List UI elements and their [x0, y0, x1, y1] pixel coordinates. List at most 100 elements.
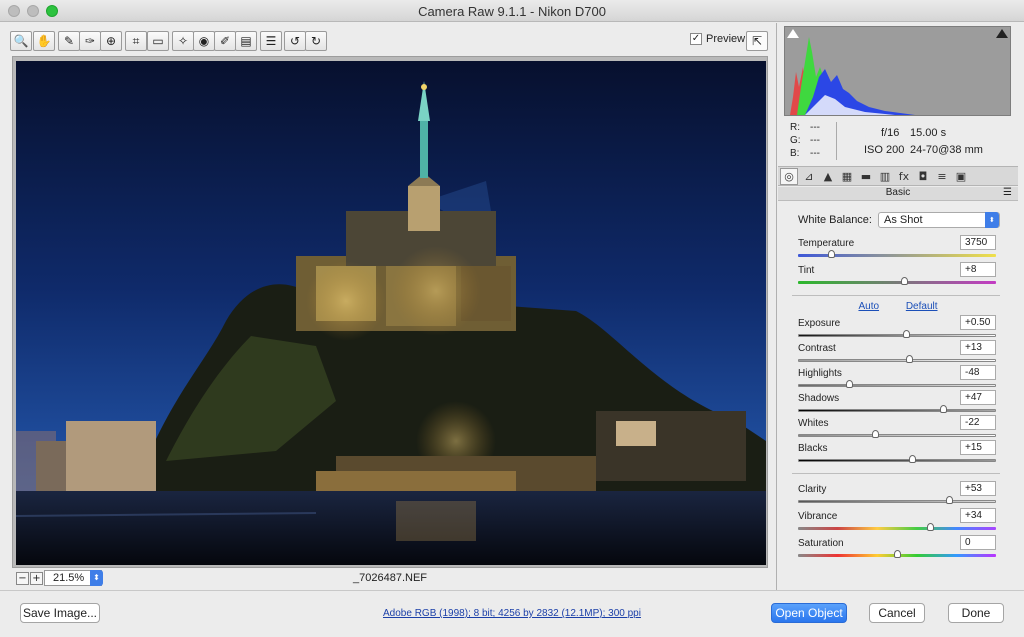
lens-value: 24-70@38 mm — [910, 144, 983, 156]
blacks-thumb[interactable] — [909, 455, 916, 463]
section-divider-2 — [792, 473, 1000, 474]
temperature-slider[interactable]: Temperature 3750 — [798, 235, 996, 264]
red-eye-tool-button[interactable]: ◉ — [193, 31, 215, 51]
highlights-track[interactable] — [798, 384, 996, 387]
adjustment-brush-button[interactable]: ✐ — [214, 31, 236, 51]
tab-snapshots[interactable]: ▣ — [952, 168, 970, 185]
basic-panel: White Balance: As Shot ⬍ Temperature 375… — [778, 203, 1018, 589]
contrast-track[interactable] — [798, 359, 996, 362]
contrast-thumb[interactable] — [906, 355, 913, 363]
whites-value-field[interactable]: -22 — [960, 415, 996, 430]
color-sampler-tool-button[interactable]: ✑ — [79, 31, 101, 51]
temperature-thumb[interactable] — [828, 250, 835, 258]
crop-tool-button[interactable]: ⌗ — [125, 31, 147, 51]
g-readout: G: --- — [790, 135, 820, 146]
white-balance-row: White Balance: As Shot ⬍ — [798, 212, 1000, 228]
tint-track[interactable] — [798, 281, 996, 284]
clarity-track[interactable] — [798, 500, 996, 503]
dialog-footer: Save Image... Adobe RGB (1998); 8 bit; 4… — [0, 590, 1024, 637]
cancel-button[interactable]: Cancel — [869, 603, 925, 623]
vibrance-thumb[interactable] — [927, 523, 934, 531]
panel-title: Basic ☰ — [778, 187, 1018, 201]
highlights-value-field[interactable]: -48 — [960, 365, 996, 380]
highlights-label: Highlights — [798, 368, 842, 379]
highlight-clipping-icon[interactable] — [996, 29, 1008, 38]
camera-calibration-tab-icon: ◘ — [918, 170, 928, 183]
clarity-label: Clarity — [798, 484, 827, 495]
tab-camera-calibration[interactable]: ◘ — [914, 168, 932, 185]
temperature-value-field[interactable]: 3750 — [960, 235, 996, 250]
rotate-left-button[interactable]: ↺ — [284, 31, 306, 51]
zoom-tool-button[interactable]: 🔍 — [10, 31, 32, 51]
preview-toggle[interactable]: ✓ Preview — [690, 33, 745, 45]
auto-link[interactable]: Auto — [858, 301, 879, 312]
whites-thumb[interactable] — [872, 430, 879, 438]
straighten-tool-button[interactable]: ▭ — [147, 31, 169, 51]
clarity-slider[interactable]: Clarity +53 — [798, 481, 996, 510]
whites-track[interactable] — [798, 434, 996, 437]
blacks-track[interactable] — [798, 459, 996, 462]
photo-preview — [16, 61, 766, 565]
tint-slider[interactable]: Tint +8 — [798, 262, 996, 291]
tint-value-field[interactable]: +8 — [960, 262, 996, 277]
default-link[interactable]: Default — [906, 301, 938, 312]
graduated-filter-button[interactable]: ▤ — [235, 31, 257, 51]
r-readout: R: --- — [790, 122, 820, 133]
vibrance-value-field[interactable]: +34 — [960, 508, 996, 523]
hsl-tab-icon: ▦ — [841, 170, 853, 183]
tab-detail[interactable]: ▲ — [819, 168, 837, 185]
rotate-right-icon: ↻ — [310, 34, 322, 48]
image-preview-area[interactable] — [12, 56, 768, 568]
spot-removal-tool-button[interactable]: ✧ — [172, 31, 194, 51]
tab-hsl[interactable]: ▦ — [838, 168, 856, 185]
tint-thumb[interactable] — [901, 277, 908, 285]
spot-removal-tool-icon: ✧ — [177, 34, 189, 48]
tab-lens-corrections[interactable]: ▥ — [876, 168, 894, 185]
preview-checkbox[interactable]: ✓ — [690, 33, 702, 45]
done-button[interactable]: Done — [948, 603, 1004, 623]
open-object-button[interactable]: Open Object — [771, 603, 847, 623]
blacks-label: Blacks — [798, 443, 828, 454]
vibrance-slider[interactable]: Vibrance +34 — [798, 508, 996, 537]
vibrance-track[interactable] — [798, 527, 996, 530]
exposure-value-field[interactable]: +0.50 — [960, 315, 996, 330]
preferences-button[interactable]: ☰ — [260, 31, 282, 51]
shadow-clipping-icon[interactable] — [787, 29, 799, 38]
fullscreen-button[interactable]: ⇱ — [746, 31, 768, 51]
tab-presets[interactable]: ≡ — [933, 168, 951, 185]
highlights-thumb[interactable] — [846, 380, 853, 388]
targeted-adjustment-tool-button[interactable]: ⊕ — [100, 31, 122, 51]
blacks-slider[interactable]: Blacks +15 — [798, 440, 996, 469]
exposure-thumb[interactable] — [903, 330, 910, 338]
preview-label: Preview — [706, 33, 746, 45]
white-balance-tool-button[interactable]: ✎ — [58, 31, 80, 51]
saturation-slider[interactable]: Saturation 0 — [798, 535, 996, 564]
rotate-left-icon: ↺ — [289, 34, 301, 48]
contrast-value-field[interactable]: +13 — [960, 340, 996, 355]
vibrance-label: Vibrance — [798, 511, 838, 522]
white-balance-select[interactable]: As Shot ⬍ — [877, 212, 1000, 228]
panel-divider — [776, 23, 777, 590]
effects-tab-icon: fx — [898, 170, 910, 183]
b-readout: B: --- — [790, 148, 820, 159]
saturation-thumb[interactable] — [894, 550, 901, 558]
split-toning-tab-icon: ▬ — [860, 170, 872, 183]
basic-tab-icon: ◎ — [784, 170, 794, 183]
tab-tone-curve[interactable]: ⊿ — [800, 168, 818, 185]
rotate-right-button[interactable]: ↻ — [305, 31, 327, 51]
saturation-value-field[interactable]: 0 — [960, 535, 996, 550]
tab-basic[interactable]: ◎ — [780, 168, 798, 185]
clarity-thumb[interactable] — [946, 496, 953, 504]
tab-effects[interactable]: fx — [895, 168, 913, 185]
exposure-track[interactable] — [798, 334, 996, 337]
panel-menu-icon[interactable]: ☰ — [1003, 187, 1012, 198]
color-sampler-tool-icon: ✑ — [84, 34, 96, 48]
clarity-value-field[interactable]: +53 — [960, 481, 996, 496]
tab-split-toning[interactable]: ▬ — [857, 168, 875, 185]
shadows-value-field[interactable]: +47 — [960, 390, 996, 405]
hand-tool-button[interactable]: ✋ — [33, 31, 55, 51]
shadows-track[interactable] — [798, 409, 996, 412]
blacks-value-field[interactable]: +15 — [960, 440, 996, 455]
shadows-thumb[interactable] — [940, 405, 947, 413]
exposure-label: Exposure — [798, 318, 841, 329]
